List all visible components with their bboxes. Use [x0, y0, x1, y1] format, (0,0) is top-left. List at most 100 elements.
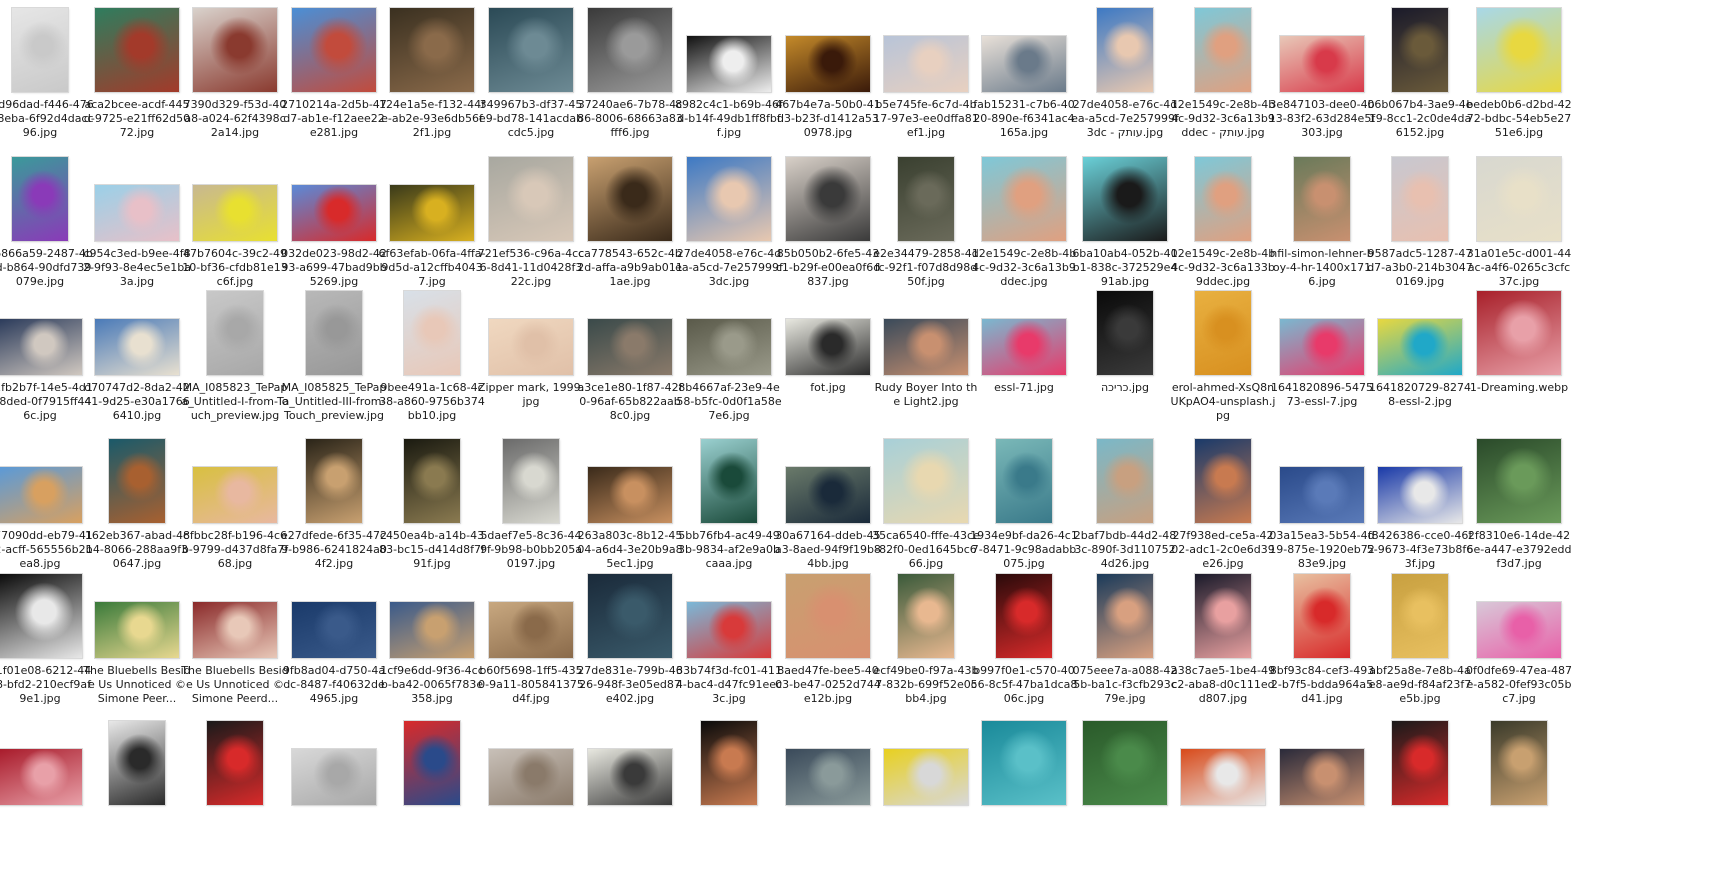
- file-item[interactable]: fab15231-c7b6-4020-890e-f6341ac4165a.jpg: [970, 4, 1078, 140]
- file-item[interactable]: 3e847103-dee0-4b13-83f2-63d284e5f303.jpg: [1268, 4, 1376, 140]
- image-thumbnail[interactable]: [1280, 467, 1364, 523]
- image-thumbnail[interactable]: [786, 157, 870, 241]
- image-thumbnail[interactable]: [884, 439, 968, 523]
- image-thumbnail[interactable]: [489, 749, 573, 805]
- image-thumbnail[interactable]: [1294, 157, 1350, 241]
- file-item[interactable]: Zipper mark, 1999.jpg: [477, 287, 585, 409]
- file-item[interactable]: 721ef536-c96a-4cc6-8d41-11d0428f322c.jpg: [477, 153, 585, 289]
- file-item[interactable]: 30a67164-ddeb-45a3-8aed-94f9f19b84bb.jpg: [774, 435, 882, 571]
- image-thumbnail[interactable]: [1195, 8, 1251, 92]
- file-item[interactable]: The Bluebells Beside Us Unnoticed © Simo…: [181, 570, 289, 706]
- file-item[interactable]: 467b4e7a-50b0-41d3-b23f-d1412a530978.jpg: [774, 4, 882, 140]
- image-thumbnail[interactable]: [588, 319, 672, 375]
- image-thumbnail[interactable]: [489, 8, 573, 92]
- file-item[interactable]: [872, 717, 980, 811]
- image-thumbnail[interactable]: [588, 574, 672, 658]
- image-thumbnail[interactable]: [193, 602, 277, 658]
- image-thumbnail[interactable]: [786, 749, 870, 805]
- image-thumbnail[interactable]: [95, 319, 179, 375]
- file-item[interactable]: 8aed47fe-bee5-4003-be47-0252d744e12b.jpg: [774, 570, 882, 706]
- image-thumbnail[interactable]: [786, 319, 870, 375]
- file-item[interactable]: [970, 717, 1078, 811]
- image-thumbnail[interactable]: [1181, 749, 1265, 805]
- file-item[interactable]: Rudy Boyer Into the Light2.jpg: [872, 287, 980, 409]
- image-thumbnail[interactable]: [292, 749, 376, 805]
- image-thumbnail[interactable]: [1195, 291, 1251, 375]
- image-thumbnail[interactable]: [489, 602, 573, 658]
- image-thumbnail[interactable]: [193, 8, 277, 92]
- image-thumbnail[interactable]: [1477, 8, 1561, 92]
- file-item[interactable]: f8426386-cce0-46f5-9673-4f3e73b8f63f.jpg: [1366, 435, 1474, 571]
- file-item[interactable]: 8982c4c1-b69b-46fd-b14f-49db1ff8fbff.jpg: [675, 4, 783, 140]
- file-item[interactable]: b5e745fe-6c7d-4b17-97e3-ee0dffa81ef1.jpg: [872, 4, 980, 140]
- image-thumbnail[interactable]: [1280, 749, 1364, 805]
- image-thumbnail[interactable]: [1491, 721, 1547, 805]
- image-thumbnail[interactable]: [588, 8, 672, 92]
- image-thumbnail[interactable]: [1392, 721, 1448, 805]
- image-thumbnail[interactable]: [0, 749, 82, 805]
- file-item[interactable]: ccd96dad-f446-4762-8eba-6f92d4dacc96.jpg: [0, 4, 94, 140]
- image-thumbnail[interactable]: [1477, 602, 1561, 658]
- file-item[interactable]: כריכה.jpg: [1071, 287, 1179, 395]
- file-item[interactable]: e2e34479-2858-4dfc-92f1-f07d8d98d50f.jpg: [872, 153, 980, 289]
- file-item[interactable]: 9bee491a-1c68-4c38-a860-9756b374bb10.jpg: [378, 287, 486, 423]
- image-thumbnail[interactable]: [687, 157, 771, 241]
- file-item[interactable]: ca778543-652c-4b2d-affa-a9b9ab0111ae.jpg: [576, 153, 684, 289]
- file-item[interactable]: a3ce1e80-1f87-42f0-96af-65b822aab8c0.jpg: [576, 287, 684, 423]
- file-item[interactable]: 1934e9bf-da26-4c17-8471-9c98adabb075.jpg: [970, 435, 1078, 571]
- file-item[interactable]: 85b050b2-6fe5-43c1-b29f-e00ea0f6d837.jpg: [774, 153, 882, 289]
- file-item[interactable]: 9fb8ad04-d750-4adc-8487-f40632de4965.jpg: [280, 570, 388, 706]
- file-item[interactable]: 31a01e5c-d001-44ac-a4f6-0265c3cfc37c.jpg: [1465, 153, 1573, 289]
- file-item[interactable]: 8b4667af-23e9-4e58-b5fc-0d0f1a58e7e6.jpg: [675, 287, 783, 423]
- file-item[interactable]: 33b74f3d-fc01-4114-bac4-d47fc91eec3c.jpg: [675, 570, 783, 706]
- file-item[interactable]: 47b7604c-39c2-4910-bf36-cfdb81e13c6f.jpg: [181, 153, 289, 289]
- image-thumbnail[interactable]: [95, 602, 179, 658]
- file-item[interactable]: d1fb2b7f-14e5-4d14-8ded-0f7915ff446c.jpg: [0, 287, 94, 423]
- image-thumbnail[interactable]: [996, 439, 1052, 523]
- file-item[interactable]: erol-ahmed-XsQ8nUKpAO4-unsplash.jpg: [1169, 287, 1277, 423]
- image-thumbnail[interactable]: [404, 291, 460, 375]
- file-item[interactable]: [675, 717, 783, 811]
- image-thumbnail[interactable]: [982, 36, 1066, 92]
- file-item[interactable]: [576, 717, 684, 811]
- image-thumbnail[interactable]: [489, 157, 573, 241]
- file-item[interactable]: [0, 717, 94, 811]
- file-item[interactable]: abf25a8e-7e8b-4ae8-ae9d-f84af23f7e5b.jpg: [1366, 570, 1474, 706]
- image-thumbnail[interactable]: [1280, 36, 1364, 92]
- image-thumbnail[interactable]: [306, 439, 362, 523]
- file-item[interactable]: d70747d2-8da2-4241-9d25-e30a17666410.jpg: [83, 287, 191, 423]
- image-thumbnail[interactable]: [12, 8, 68, 92]
- file-item[interactable]: 27de4058-e76c-4dea-a5cd-7e257999f3dc.jpg: [675, 153, 783, 289]
- image-thumbnail[interactable]: [884, 319, 968, 375]
- file-item[interactable]: c450ea4b-a14b-4383-bc15-d414d8f7f91f.jpg: [378, 435, 486, 571]
- file-item[interactable]: a38c7ae5-1be4-49c2-aba8-d0c111edd807.jpg: [1169, 570, 1277, 706]
- file-item[interactable]: 9587adc5-1287-47d7-a3b0-214b30470169.jpg: [1366, 153, 1474, 289]
- image-thumbnail[interactable]: [687, 36, 771, 92]
- file-item[interactable]: 277090dd-eb79-4152-acff-565556b2bea8.jpg: [0, 435, 94, 571]
- image-thumbnail[interactable]: [1195, 157, 1251, 241]
- image-thumbnail[interactable]: [588, 749, 672, 805]
- image-thumbnail[interactable]: [489, 319, 573, 375]
- image-thumbnail[interactable]: [996, 574, 1052, 658]
- file-item[interactable]: [83, 717, 191, 811]
- file-item[interactable]: hfil-simon-lehner-boy-4-hr-1400x1716.jpg: [1268, 153, 1376, 289]
- image-thumbnail[interactable]: [786, 467, 870, 523]
- file-item[interactable]: The Bluebells Beside Us Unnoticed © Simo…: [83, 570, 191, 706]
- image-thumbnail[interactable]: [292, 602, 376, 658]
- file-item[interactable]: 0f0dfe69-47ea-487e-a582-0fef93c05bc7.jpg: [1465, 570, 1573, 706]
- file-item[interactable]: b997f0e1-c570-4056-8c5f-47ba1dca806c.jpg: [970, 570, 1078, 706]
- image-thumbnail[interactable]: [1477, 157, 1561, 241]
- file-item[interactable]: [378, 717, 486, 811]
- image-thumbnail[interactable]: [1097, 439, 1153, 523]
- image-thumbnail[interactable]: [390, 8, 474, 92]
- file-item[interactable]: aca2bcee-acdf-445d-9725-e21ff62d5072.jpg: [83, 4, 191, 140]
- image-thumbnail[interactable]: [1477, 291, 1561, 375]
- file-item[interactable]: MA_I085823_TePapa_Untitled-I-from-Touch_…: [181, 287, 289, 423]
- image-thumbnail[interactable]: [292, 185, 376, 241]
- image-thumbnail[interactable]: [982, 721, 1066, 805]
- file-item[interactable]: ecf49be0-f97a-43b7-832b-699f52e0cbb4.jpg: [872, 570, 980, 706]
- image-thumbnail[interactable]: [898, 574, 954, 658]
- file-item[interactable]: 27de4058-e76c-4dea-a5cd-7e257999f3dc - ע…: [1071, 4, 1179, 140]
- image-thumbnail[interactable]: [884, 749, 968, 805]
- image-thumbnail[interactable]: [292, 8, 376, 92]
